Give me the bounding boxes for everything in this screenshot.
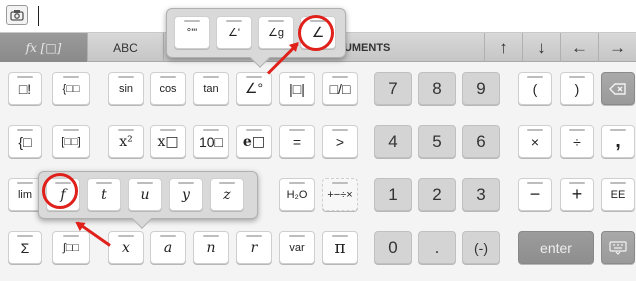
left-paren-key[interactable]: ( (518, 72, 552, 105)
key-9[interactable]: 9 (462, 72, 500, 105)
factorial-key[interactable]: □! (8, 72, 42, 105)
angle-degree-key[interactable]: ∠° (236, 72, 272, 105)
limit-key[interactable]: lim (8, 178, 42, 211)
var-y-key[interactable]: y (169, 178, 203, 211)
var-x-key[interactable]: x (108, 231, 144, 264)
operators-key[interactable]: +−÷× (322, 178, 358, 211)
comma-key[interactable]: , (601, 125, 635, 158)
sin-key[interactable]: sin (108, 72, 144, 105)
integral-key[interactable]: ∫□□ (52, 231, 90, 264)
key-0[interactable]: 0 (374, 231, 412, 264)
equals-key[interactable]: = (279, 125, 315, 158)
system-key[interactable]: {□ (8, 125, 42, 158)
enter-key[interactable]: enter (518, 231, 594, 264)
ee-key[interactable]: EE (601, 178, 635, 211)
key-5[interactable]: 5 (418, 125, 456, 158)
nav-left-button[interactable]: ← (560, 33, 598, 62)
dms-key[interactable]: °'" (174, 16, 210, 49)
key-3[interactable]: 3 (462, 178, 500, 211)
key-4[interactable]: 4 (374, 125, 412, 158)
absolute-value-key[interactable]: |□| (279, 72, 315, 105)
nav-right-button[interactable]: → (598, 33, 636, 62)
plus-key[interactable]: + (560, 178, 594, 211)
var-u-key[interactable]: u (128, 178, 162, 211)
key-7[interactable]: 7 (374, 72, 412, 105)
sum-key[interactable]: Σ (8, 231, 42, 264)
keyboard-toggle-key[interactable] (601, 231, 635, 264)
right-paren-key[interactable]: ) (560, 72, 594, 105)
square-key[interactable]: x² (108, 125, 144, 158)
backspace-icon (609, 82, 626, 95)
tan-key[interactable]: tan (193, 72, 229, 105)
minus-key[interactable]: − (518, 178, 552, 211)
divide-key[interactable]: ÷ (560, 125, 594, 158)
matrix-key[interactable]: [□□] (52, 125, 90, 158)
fraction-key[interactable]: □/□ (322, 72, 358, 105)
var-r-key[interactable]: r (236, 231, 272, 264)
ten-power-key[interactable]: 10□ (193, 125, 229, 158)
cos-key[interactable]: cos (150, 72, 186, 105)
key-6[interactable]: 6 (462, 125, 500, 158)
pi-key[interactable]: π (322, 231, 358, 264)
tab-templates[interactable]: fx [□] (0, 33, 88, 62)
angle-minute-key[interactable]: ∠' (216, 16, 252, 49)
negative-key[interactable]: (-) (462, 231, 500, 264)
camera-icon[interactable] (6, 5, 28, 25)
var-key[interactable]: var (279, 231, 315, 264)
highlight-circle-f (42, 173, 78, 209)
var-a-key[interactable]: a (150, 231, 186, 264)
nav-up-button[interactable]: ↑ (484, 33, 522, 62)
multiply-key[interactable]: × (518, 125, 552, 158)
decimal-key[interactable]: . (418, 231, 456, 264)
power-key[interactable]: x□ (150, 125, 186, 158)
var-n-key[interactable]: n (193, 231, 229, 264)
key-2[interactable]: 2 (418, 178, 456, 211)
exp-key[interactable]: e□ (236, 125, 272, 158)
key-8[interactable]: 8 (418, 72, 456, 105)
text-cursor (38, 6, 39, 26)
greater-than-key[interactable]: > (322, 125, 358, 158)
chemistry-key[interactable]: H₂O (279, 178, 315, 211)
highlight-circle-angle (298, 15, 334, 51)
key-1[interactable]: 1 (374, 178, 412, 211)
var-t-key[interactable]: t (87, 178, 121, 211)
tab-abc[interactable]: ABC (88, 33, 164, 62)
piecewise-key[interactable]: {□□ (52, 72, 90, 105)
backspace-key[interactable] (601, 72, 635, 105)
nav-down-button[interactable]: ↓ (522, 33, 560, 62)
keyboard-icon (609, 240, 627, 255)
var-z-key[interactable]: z (210, 178, 244, 211)
